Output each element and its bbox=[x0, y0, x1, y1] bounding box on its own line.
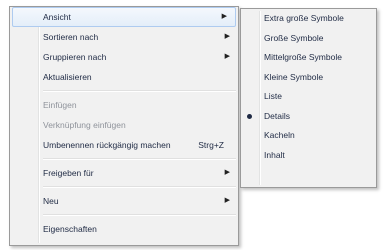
submenu-item-tiles[interactable]: Kacheln bbox=[241, 126, 376, 146]
menu-item-label: Ansicht bbox=[43, 12, 71, 22]
menu-item-label: Aktualisieren bbox=[43, 72, 92, 82]
menu-item-label: Eigenschaften bbox=[43, 224, 97, 234]
menu-item-shortcut: Strg+Z bbox=[198, 140, 224, 150]
menu-item-label: Verknüpfung einfügen bbox=[43, 120, 126, 130]
submenu-item-label: Mittelgroße Symbole bbox=[264, 52, 342, 62]
submenu-item-content[interactable]: Inhalt bbox=[241, 146, 376, 166]
menu-item-verknuepfung-einfuegen: Verknüpfung einfügen bbox=[10, 115, 238, 135]
context-menu: Ansicht ▶ Sortieren nach ▶ Gruppieren na… bbox=[9, 6, 239, 246]
submenu-item-label: Kleine Symbole bbox=[264, 71, 324, 82]
menu-item-aktualisieren[interactable]: Aktualisieren bbox=[10, 67, 238, 87]
menu-item-ansicht[interactable]: Ansicht ▶ bbox=[12, 7, 236, 27]
submenu-item-details[interactable]: Details bbox=[241, 107, 376, 127]
view-submenu: Extra große Symbole Große Symbole Mittel… bbox=[240, 8, 377, 188]
menu-item-gruppieren-nach[interactable]: Gruppieren nach ▶ bbox=[10, 47, 238, 67]
submenu-item-label: Große Symbole bbox=[264, 32, 324, 43]
submenu-item-medium-icons[interactable]: Mittelgroße Symbole bbox=[241, 48, 376, 68]
menu-item-label: Freigeben für bbox=[43, 168, 94, 178]
menu-separator bbox=[43, 90, 236, 92]
submenu-item-label: Details bbox=[264, 110, 290, 121]
menu-item-label: Sortieren nach bbox=[43, 32, 99, 42]
submenu-item-list[interactable]: Liste bbox=[241, 87, 376, 107]
menu-item-umbenennen-rueckgaengig[interactable]: Umbenennen rückgängig machen Strg+Z bbox=[10, 135, 238, 155]
menu-item-eigenschaften[interactable]: Eigenschaften bbox=[10, 219, 238, 239]
menu-item-label: Neu bbox=[43, 196, 59, 206]
submenu-item-label: Inhalt bbox=[264, 149, 285, 160]
menu-item-einfuegen: Einfügen bbox=[10, 95, 238, 115]
submenu-item-label: Extra große Symbole bbox=[264, 13, 344, 23]
submenu-item-small-icons[interactable]: Kleine Symbole bbox=[241, 68, 376, 88]
menu-item-neu[interactable]: Neu ▶ bbox=[10, 191, 238, 211]
submenu-item-label: Kacheln bbox=[264, 130, 295, 140]
menu-separator bbox=[43, 214, 236, 216]
arrow-right-icon: ▶ bbox=[224, 33, 230, 40]
arrow-right-icon: ▶ bbox=[221, 13, 227, 20]
arrow-right-icon: ▶ bbox=[224, 53, 230, 60]
bullet-icon bbox=[247, 113, 252, 119]
submenu-item-label: Liste bbox=[264, 91, 282, 101]
menu-item-label: Gruppieren nach bbox=[43, 52, 107, 62]
menu-item-label: Umbenennen rückgängig machen bbox=[43, 140, 171, 150]
submenu-item-large-icons[interactable]: Große Symbole bbox=[241, 29, 376, 49]
submenu-item-extra-large-icons[interactable]: Extra große Symbole bbox=[241, 9, 376, 29]
menu-item-label: Einfügen bbox=[43, 100, 77, 110]
menu-item-sortieren-nach[interactable]: Sortieren nach ▶ bbox=[10, 27, 238, 47]
menu-separator bbox=[43, 158, 236, 160]
menu-separator bbox=[43, 186, 236, 188]
arrow-right-icon: ▶ bbox=[224, 197, 230, 204]
arrow-right-icon: ▶ bbox=[224, 169, 230, 176]
menu-item-freigeben-fuer[interactable]: Freigeben für ▶ bbox=[10, 163, 238, 183]
